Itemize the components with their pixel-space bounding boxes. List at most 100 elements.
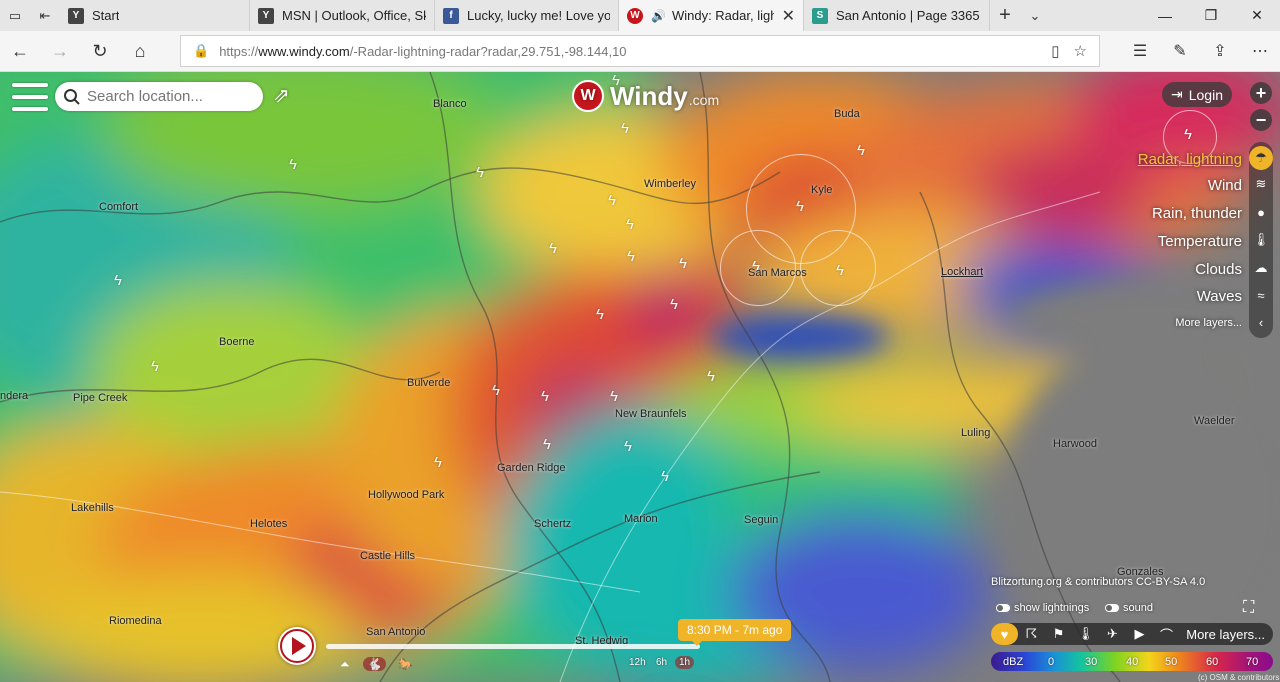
- rain-icon[interactable]: ●: [1249, 200, 1273, 224]
- reading-view-icon[interactable]: ▯: [1051, 42, 1059, 60]
- layer-temperature[interactable]: Temperature: [1158, 233, 1242, 250]
- pen-icon[interactable]: ✎: [1160, 41, 1200, 61]
- town-label: Waelder: [1194, 415, 1235, 427]
- chevron-left-icon[interactable]: ‹: [1249, 310, 1273, 334]
- heart-icon[interactable]: ♥: [991, 623, 1018, 645]
- zoom-in-button[interactable]: +: [1250, 82, 1272, 104]
- tab-san-antonio[interactable]: S San Antonio | Page 3365 | T: [804, 0, 990, 31]
- tab-facebook[interactable]: f Lucky, lucky me! Love you c: [435, 0, 619, 31]
- legend-tick: 30: [1085, 655, 1098, 668]
- forward-button[interactable]: →: [40, 31, 80, 71]
- tab-msn[interactable]: Y MSN | Outlook, Office, Skyp: [250, 0, 435, 31]
- lightning-icon: ϟ: [626, 216, 634, 233]
- fullscreen-icon[interactable]: ⛶: [1243, 599, 1254, 617]
- search-input[interactable]: [87, 88, 257, 105]
- search-icon: [64, 88, 80, 105]
- tab-title: MSN | Outlook, Office, Skyp: [282, 8, 426, 23]
- wifi-icon[interactable]: ⌒: [1153, 625, 1180, 644]
- town-label: ndera: [0, 390, 29, 402]
- layer-clouds[interactable]: Clouds: [1195, 261, 1242, 278]
- lightning-icon: ϟ: [624, 438, 632, 455]
- url-path: /-Radar-lightning-radar?radar,29.751,-98…: [349, 43, 627, 59]
- dbz-legend: dBZ 0 30 40 50 60 70: [991, 652, 1273, 671]
- legend-tick: 40: [1126, 655, 1139, 668]
- town-label: Lockhart: [941, 266, 984, 278]
- overlay-bar: ♥ ☈ ⚑ 🌡 ✈ ▶ ⌒ More layers...: [991, 623, 1273, 645]
- tab-actions-icon[interactable]: ▭: [0, 0, 30, 31]
- tab-title: San Antonio | Page 3365 | T: [836, 8, 981, 23]
- radar-map[interactable]: ϟ ϟ ϟ ϟ ϟ ϟ ϟ ϟ ϟ ϟ ϟ ϟ ϟ ϟ ϟ ϟ ϟ ϟ ϟ ϟ …: [0, 72, 1280, 682]
- fast-animation-icon[interactable]: 🐎: [398, 657, 413, 671]
- town-label: Helotes: [250, 518, 288, 530]
- search-box[interactable]: [55, 82, 263, 111]
- lightning-icon: ϟ: [661, 468, 669, 485]
- range-12h[interactable]: 12h: [625, 656, 650, 669]
- town-label: Schertz: [534, 518, 572, 530]
- town-label: Harwood: [1053, 438, 1098, 450]
- range-6h[interactable]: 6h: [652, 656, 671, 669]
- more-icon[interactable]: ⋯: [1240, 41, 1280, 61]
- range-1h[interactable]: 1h: [675, 656, 695, 669]
- town-label: Comfort: [99, 201, 139, 213]
- favorites-hub-icon[interactable]: ☰: [1120, 41, 1160, 61]
- favorite-star-icon[interactable]: ☆: [1074, 42, 1087, 60]
- lightning-icon: ϟ: [289, 156, 297, 173]
- slow-animation-icon[interactable]: ⏶: [340, 657, 350, 672]
- zoom-out-button[interactable]: −: [1250, 109, 1272, 131]
- layer-rain-thunder[interactable]: Rain, thunder: [1152, 205, 1242, 222]
- waves-icon[interactable]: ≈: [1249, 283, 1273, 307]
- back-button[interactable]: ←: [0, 31, 40, 71]
- close-window-button[interactable]: ✕: [1234, 0, 1280, 31]
- rabbit-icon[interactable]: 🐇: [363, 657, 386, 671]
- toggle-label: sound: [1123, 602, 1153, 614]
- more-layers-button[interactable]: More layers...: [1186, 627, 1265, 642]
- lightning-icon: ϟ: [707, 368, 715, 385]
- windy-logo[interactable]: W Windy .com: [572, 80, 719, 112]
- thermometer-icon[interactable]: 🌡: [1249, 228, 1273, 252]
- legend-tick: 0: [1048, 655, 1055, 668]
- tab-preview-chevron-icon[interactable]: ⌄: [1020, 0, 1050, 31]
- radar-icon[interactable]: ☂: [1249, 146, 1273, 170]
- timeline-track[interactable]: [326, 644, 700, 649]
- lightning-icon: ϟ: [151, 358, 159, 375]
- login-button[interactable]: ⇥ Login: [1162, 82, 1232, 107]
- main-menu-button[interactable]: [12, 83, 48, 111]
- play-button[interactable]: [278, 627, 316, 665]
- cloud-icon[interactable]: ☁: [1249, 256, 1273, 280]
- set-aside-tabs-icon[interactable]: ⇤: [30, 0, 60, 31]
- lightning-icon: ϟ: [543, 436, 551, 453]
- tab-start[interactable]: Y Start: [60, 0, 250, 31]
- share-icon[interactable]: ⇗: [273, 83, 290, 108]
- flag-icon[interactable]: ⚑: [1045, 626, 1072, 642]
- sound-toggle[interactable]: sound: [1105, 602, 1153, 614]
- time-bubble[interactable]: 8:30 PM - 7m ago: [678, 619, 792, 646]
- minimize-button[interactable]: —: [1142, 0, 1188, 31]
- storm-icon[interactable]: ☈: [1018, 626, 1045, 642]
- thermometer-icon[interactable]: 🌡: [1072, 626, 1099, 642]
- layer-more[interactable]: More layers...: [1175, 317, 1242, 329]
- layer-wind[interactable]: Wind: [1208, 177, 1242, 194]
- home-button[interactable]: ⌂: [120, 31, 160, 71]
- town-label: Bulverde: [407, 377, 451, 389]
- legend-unit: dBZ: [1003, 655, 1024, 668]
- maximize-button[interactable]: ❐: [1188, 0, 1234, 31]
- town-label: Castle Hills: [360, 550, 416, 562]
- url-field[interactable]: 🔒 https://www.windy.com/-Radar-lightning…: [180, 35, 1100, 67]
- share-icon[interactable]: ⇪: [1200, 41, 1240, 61]
- close-tab-icon[interactable]: ✕: [774, 6, 795, 26]
- webcam-icon[interactable]: ▶: [1126, 626, 1153, 642]
- refresh-button[interactable]: ↻: [80, 31, 120, 71]
- show-lightnings-toggle[interactable]: show lightnings: [996, 602, 1089, 614]
- airport-icon[interactable]: ✈: [1099, 626, 1126, 642]
- tab-windy[interactable]: W 🔊 Windy: Radar, light ✕: [619, 0, 804, 31]
- wind-icon[interactable]: ≋: [1249, 172, 1273, 196]
- speaker-icon[interactable]: 🔊: [651, 9, 666, 23]
- lightning-icon: ϟ: [670, 296, 678, 313]
- layer-waves[interactable]: Waves: [1197, 288, 1242, 305]
- town-label: Boerne: [219, 336, 255, 348]
- new-tab-button[interactable]: +: [990, 0, 1020, 31]
- layer-radar-lightning[interactable]: Radar, lightning: [1138, 151, 1242, 168]
- lightning-icon: ϟ: [541, 388, 549, 405]
- lightning-icon: ϟ: [610, 388, 618, 405]
- legend-tick: 60: [1206, 655, 1219, 668]
